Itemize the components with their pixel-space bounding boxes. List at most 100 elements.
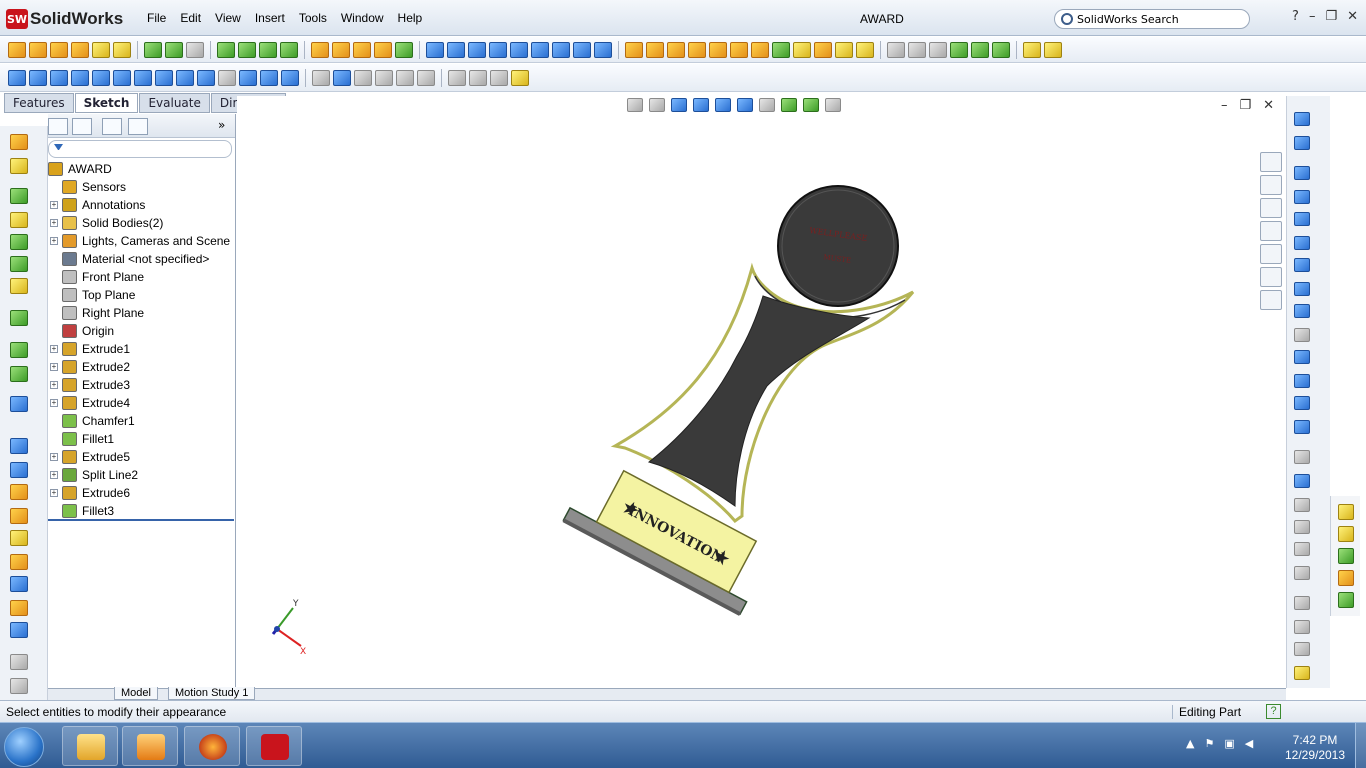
tree-item-annotations[interactable]: + Annotations [48,196,235,214]
menu-help[interactable]: Help [391,11,430,25]
tree-item-extrude4[interactable]: + Extrude4 [48,394,235,412]
geometry-analysis-icon[interactable] [10,554,28,570]
reference-quick-icon[interactable] [1338,592,1354,608]
rib-feature-icon[interactable] [10,234,28,250]
shell-icon[interactable] [280,41,298,58]
tab-sketch[interactable]: Sketch [74,93,139,113]
taskbar-clock[interactable]: 7:42 PM 12/29/2013 [1282,733,1348,763]
cut-quick-icon[interactable] [1338,526,1354,542]
pattern-quick-icon[interactable] [1338,570,1354,586]
revolved-boss-icon[interactable] [29,41,47,58]
tree-item-extrude5[interactable]: + Extrude5 [48,448,235,466]
section-view-icon[interactable] [950,41,968,58]
expand-icon[interactable]: + [50,381,58,389]
pattern-tool-icon[interactable] [1294,542,1310,556]
expand-icon[interactable]: + [50,489,58,497]
section-properties-icon[interactable] [10,508,28,524]
menu-tools[interactable]: Tools [292,11,334,25]
boss-quick-icon[interactable] [1338,504,1354,520]
tree-item-chamfer1[interactable]: Chamfer1 [48,412,235,430]
appearances-icon[interactable] [1260,267,1282,287]
file-explorer-icon[interactable] [1260,198,1282,218]
instant3d-icon[interactable] [971,41,989,58]
rectangle-icon[interactable] [71,69,89,86]
view-back-icon[interactable] [468,41,486,58]
expand-strip-icon[interactable] [10,678,28,694]
expand-icon[interactable]: + [50,201,58,209]
rollback-bar[interactable] [48,519,234,521]
taskbar-media-player[interactable] [122,726,178,766]
reference-feature-icon[interactable] [10,342,28,358]
spelling-icon[interactable] [10,438,28,454]
start-button-icon[interactable] [4,727,44,767]
performance-icon[interactable] [10,654,28,670]
sketch-tool-icon[interactable] [1294,112,1310,126]
design-table-icon[interactable] [10,622,28,638]
swept-cut-icon[interactable] [186,41,204,58]
trophy-model[interactable]: WELLPLEASE MUSTE ★ INNOVATION ★ [562,185,915,616]
thicken-icon[interactable] [113,41,131,58]
equations-icon[interactable] [10,576,28,592]
fillet-quick-icon[interactable] [1338,548,1354,564]
expand-icon[interactable]: + [50,471,58,479]
wrap-icon[interactable] [353,41,371,58]
mirror-tool-icon[interactable] [1294,520,1310,534]
swept-boss-icon[interactable] [50,41,68,58]
tree-item-lights-cameras-and-scene[interactable]: + Lights, Cameras and Scene [48,232,235,250]
draft-icon[interactable] [311,41,329,58]
taskbar-solidworks[interactable] [246,726,302,766]
convert-tool-icon[interactable] [1294,474,1310,488]
revolved-cut-icon[interactable] [165,41,183,58]
curve-icon[interactable] [709,41,727,58]
tree-item-split-line2[interactable]: + Split Line2 [48,466,235,484]
tree-item-extrude1[interactable]: + Extrude1 [48,340,235,358]
extrude-boss-icon[interactable] [10,134,28,150]
lofted-boss-icon[interactable] [71,41,89,58]
solidworks-resources-icon[interactable] [1260,152,1282,172]
custom-properties-icon[interactable] [1260,290,1282,310]
convert-entities-icon[interactable] [333,69,351,86]
taskbar-explorer[interactable] [62,726,118,766]
measure-tool-icon[interactable] [10,462,28,478]
instant3d-toggle-icon[interactable] [10,396,28,412]
move-face-icon[interactable] [625,41,643,58]
measure-icon[interactable] [908,41,926,58]
offset-entities-icon[interactable] [354,69,372,86]
rib-icon[interactable] [259,41,277,58]
view-top-icon[interactable] [531,41,549,58]
point-icon[interactable] [281,69,299,86]
design-library-icon[interactable] [1260,175,1282,195]
normal-to-icon[interactable] [594,41,612,58]
tree-item-right-plane[interactable]: Right Plane [48,304,235,322]
tree-item-solid-bodies-2[interactable]: + Solid Bodies(2) [48,214,235,232]
volume-icon[interactable]: ◀ [1245,737,1253,750]
helix-icon[interactable] [730,41,748,58]
trim-icon[interactable] [312,69,330,86]
linear-pattern-icon[interactable] [396,69,414,86]
tree-item-fillet1[interactable]: Fillet1 [48,430,235,448]
ellipse-tool-icon[interactable] [1294,304,1310,318]
draft-feature-icon[interactable] [10,278,28,294]
smart-dimension-icon[interactable] [29,69,47,86]
spline-tool-icon[interactable] [1294,282,1310,296]
ellipse-icon[interactable] [197,69,215,86]
rapid-sketch-icon[interactable] [511,69,529,86]
line-icon[interactable] [50,69,68,86]
pattern-icon[interactable] [395,41,413,58]
trim-tool-icon[interactable] [1294,450,1310,464]
display-relations-icon[interactable] [448,69,466,86]
expand-icon[interactable]: + [50,453,58,461]
revolve-boss-icon[interactable] [10,158,28,174]
rapid-sketch-tool-icon[interactable] [1294,666,1310,680]
menu-edit[interactable]: Edit [173,11,208,25]
close-button[interactable]: ✕ [1347,9,1358,24]
intersect-icon[interactable] [835,41,853,58]
repair-sketch-icon[interactable] [469,69,487,86]
expand-icon[interactable]: + [50,363,58,371]
quick-snaps-icon[interactable] [490,69,508,86]
tree-item-extrude6[interactable]: + Extrude6 [48,484,235,502]
menu-window[interactable]: Window [334,11,391,25]
indent-icon[interactable] [793,41,811,58]
curves-feature-icon[interactable] [10,366,28,382]
tree-item-origin[interactable]: Origin [48,322,235,340]
